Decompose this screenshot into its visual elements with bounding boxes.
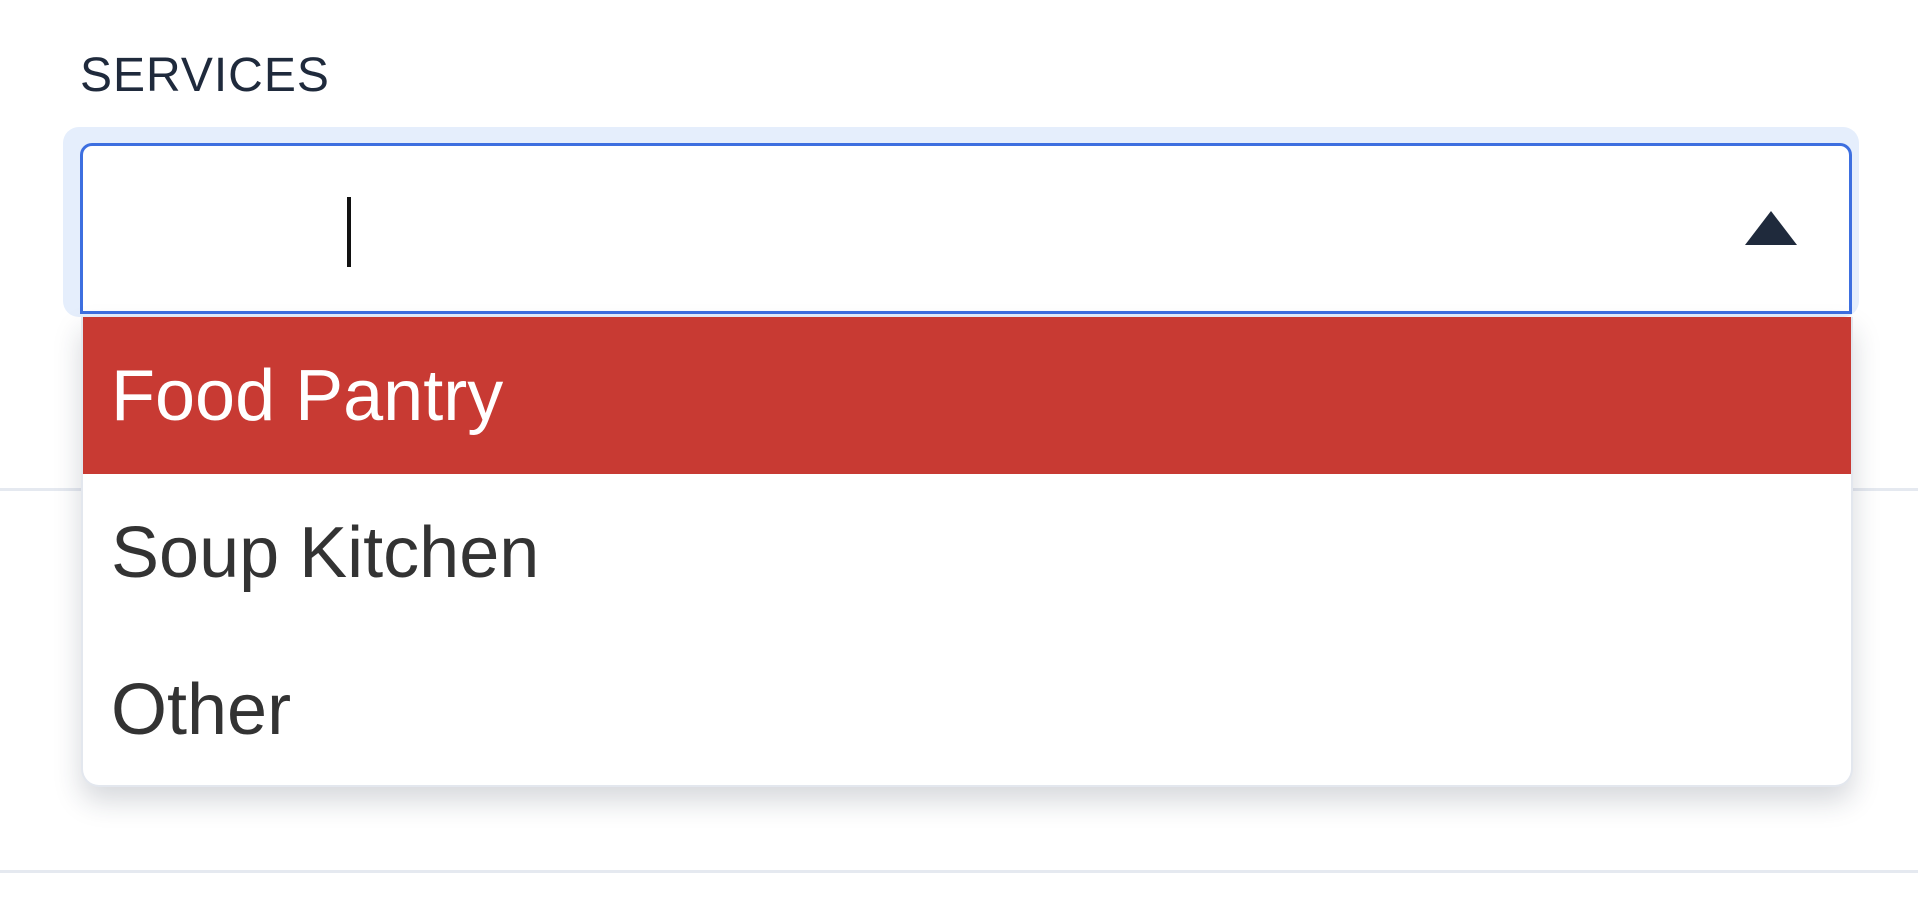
option-food-pantry[interactable]: Food Pantry (83, 317, 1851, 474)
option-soup-kitchen[interactable]: Soup Kitchen (83, 474, 1851, 631)
section-divider (0, 870, 1918, 873)
caret-up-icon[interactable] (1745, 211, 1797, 245)
option-other[interactable]: Other (83, 631, 1851, 785)
services-label: SERVICES (80, 49, 330, 102)
services-dropdown-menu: Food Pantry Soup Kitchen Other (81, 317, 1853, 787)
text-cursor (347, 197, 351, 267)
page: SERVICES Food Pantry Soup Kitchen Other (0, 0, 1918, 900)
services-select[interactable] (80, 143, 1852, 314)
